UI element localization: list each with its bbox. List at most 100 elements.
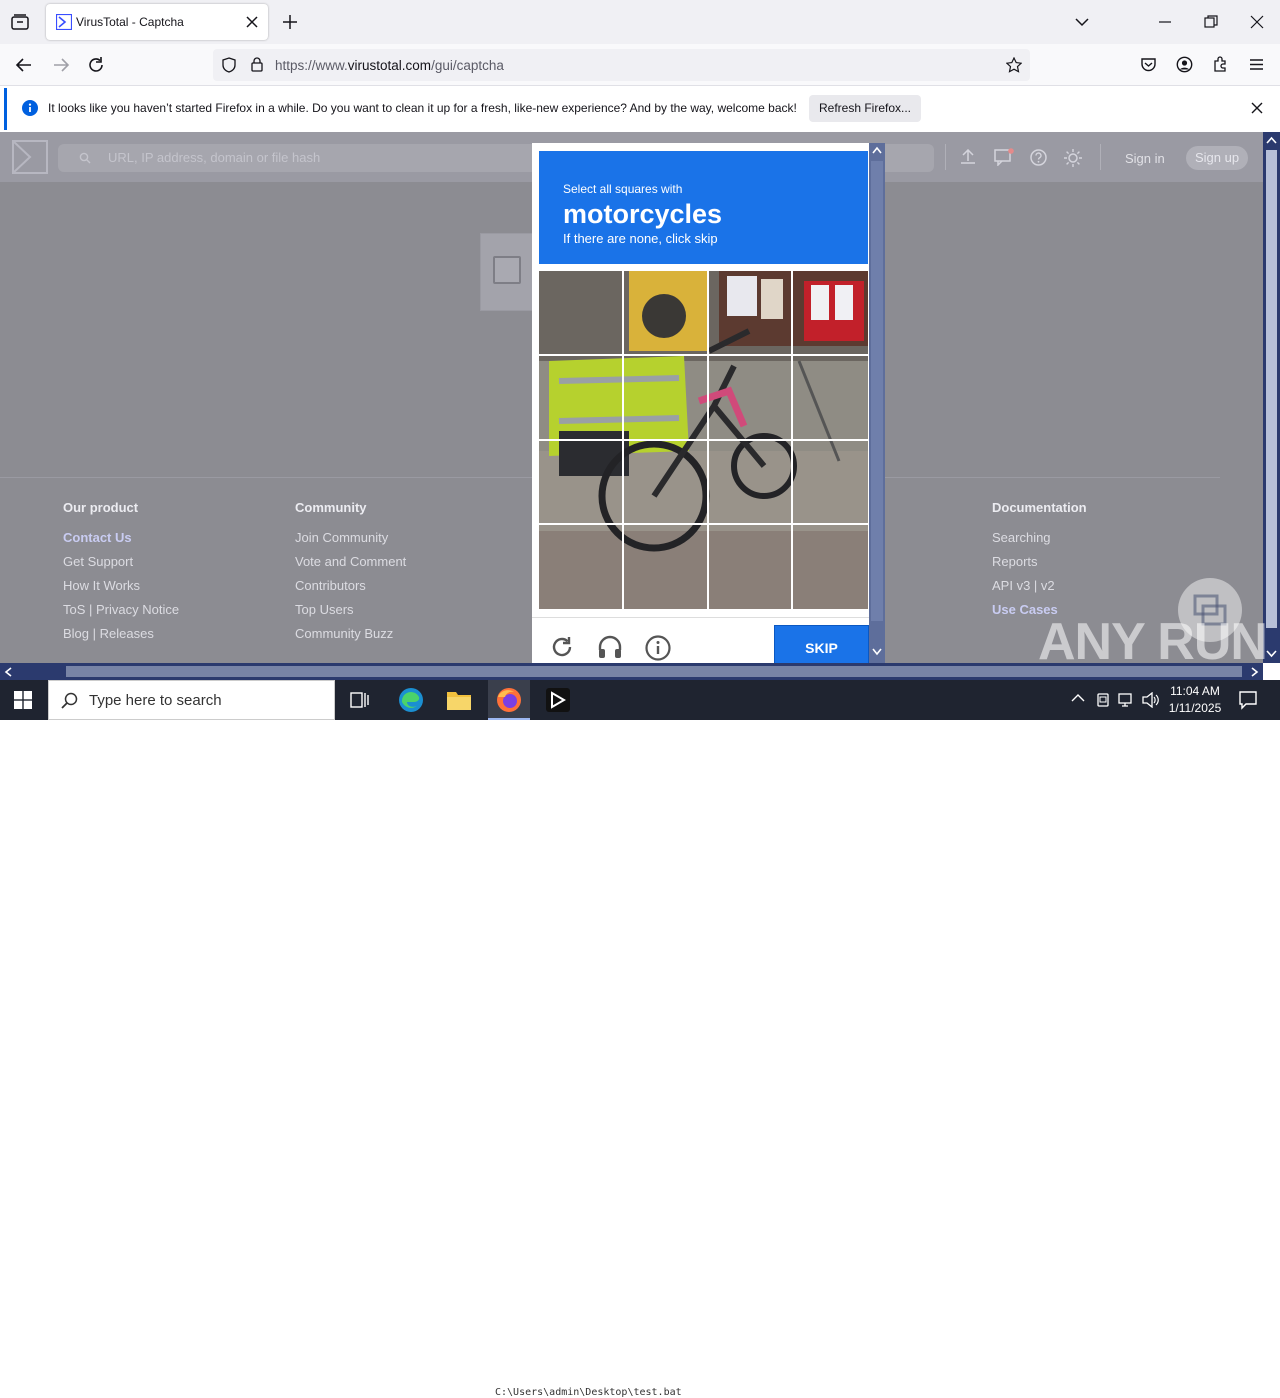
taskbar-clock[interactable]: 11:04 AM 1/11/2025 — [1166, 683, 1224, 717]
captcha-tile[interactable] — [624, 356, 707, 439]
file-explorer-icon[interactable] — [446, 688, 472, 712]
scroll-down-icon[interactable] — [872, 648, 882, 656]
footer-heading: Our product — [63, 500, 139, 515]
captcha-tile[interactable] — [709, 525, 791, 609]
device-icon[interactable] — [1095, 692, 1111, 708]
captcha-tile[interactable] — [709, 356, 791, 439]
footer-link[interactable]: Get Support — [63, 554, 179, 571]
captcha-instructions: Select all squares with motorcycles If t… — [539, 151, 868, 264]
show-hidden-icons-icon[interactable] — [1071, 693, 1085, 703]
windows-start-icon[interactable] — [14, 691, 32, 709]
footer-link[interactable]: Community Buzz — [295, 626, 406, 643]
theme-toggle-icon[interactable] — [1064, 149, 1082, 167]
list-all-tabs-icon[interactable] — [10, 12, 30, 32]
scroll-down-icon[interactable] — [1266, 650, 1277, 658]
header-divider — [945, 144, 946, 170]
reload-challenge-icon[interactable] — [550, 635, 574, 659]
action-center-icon[interactable] — [1238, 690, 1258, 710]
footer-link[interactable]: ToS | Privacy Notice — [63, 602, 179, 619]
captcha-tile[interactable] — [539, 441, 622, 523]
account-icon[interactable] — [1176, 56, 1193, 73]
footer-link[interactable]: Reports — [992, 554, 1087, 571]
menu-icon[interactable] — [1248, 56, 1265, 73]
captcha-tile[interactable] — [539, 356, 622, 439]
forward-icon[interactable] — [52, 56, 70, 74]
captcha-tile[interactable] — [624, 441, 707, 523]
pocket-icon[interactable] — [1140, 56, 1157, 73]
url-text[interactable]: https://www.virustotal.com/gui/captcha — [275, 58, 504, 73]
task-view-icon[interactable] — [350, 690, 370, 710]
upload-icon[interactable] — [960, 149, 976, 165]
footer-link[interactable]: Contact Us — [63, 530, 179, 547]
anyrun-watermark: ANY RUN — [1038, 613, 1268, 671]
network-icon[interactable] — [1118, 692, 1136, 708]
audio-challenge-icon[interactable] — [597, 634, 623, 660]
chevron-down-icon[interactable] — [1074, 14, 1090, 30]
restore-icon[interactable] — [1203, 14, 1219, 30]
footer-link[interactable]: Searching — [992, 530, 1087, 547]
info-help-icon[interactable] — [645, 635, 671, 661]
search-icon — [61, 692, 78, 709]
close-window-icon[interactable] — [1249, 14, 1265, 30]
extensions-icon[interactable] — [1212, 56, 1229, 73]
header-divider — [1100, 144, 1101, 170]
refresh-firefox-notification: It looks like you haven’t started Firefo… — [4, 88, 1274, 130]
volume-icon[interactable] — [1142, 692, 1160, 708]
skip-button[interactable]: SKIP — [774, 625, 869, 663]
footer-link[interactable]: Contributors — [295, 578, 406, 595]
virustotal-logo-icon[interactable] — [12, 140, 48, 174]
captcha-tile[interactable] — [539, 525, 622, 609]
new-tab-icon[interactable] — [282, 14, 298, 30]
captcha-challenge-popup: Select all squares with motorcycles If t… — [532, 143, 885, 663]
url-bar[interactable]: https://www.virustotal.com/gui/captcha — [213, 49, 1030, 81]
captcha-tile[interactable] — [624, 525, 707, 609]
scrollbar-thumb[interactable] — [1266, 150, 1277, 628]
recaptcha-checkbox[interactable] — [493, 256, 521, 284]
bookmark-star-icon[interactable] — [1006, 57, 1022, 73]
url-host: virustotal.com — [347, 58, 432, 73]
footer-link[interactable]: How It Works — [63, 578, 179, 595]
scroll-up-icon[interactable] — [872, 146, 882, 154]
scroll-left-icon[interactable] — [4, 667, 12, 677]
captcha-tile[interactable] — [539, 271, 622, 354]
captcha-tile[interactable] — [793, 441, 868, 523]
reload-icon[interactable] — [87, 56, 105, 74]
page-vertical-scrollbar[interactable] — [1263, 132, 1280, 663]
close-notification-icon[interactable] — [1251, 102, 1263, 114]
footer-link[interactable]: Blog | Releases — [63, 626, 179, 643]
footer-link[interactable]: Vote and Comment — [295, 554, 406, 571]
firefox-icon — [496, 687, 522, 713]
lock-icon[interactable] — [249, 56, 265, 72]
captcha-image-grid — [539, 271, 868, 609]
footer-link[interactable]: API v3 | v2 — [992, 578, 1087, 595]
captcha-tile[interactable] — [709, 271, 791, 354]
notifications-icon[interactable] — [994, 148, 1014, 166]
vt-search-placeholder: URL, IP address, domain or file hash — [108, 150, 321, 165]
captcha-tile[interactable] — [624, 271, 707, 354]
help-icon[interactable] — [1030, 149, 1047, 166]
back-icon[interactable] — [15, 56, 33, 74]
captcha-target-word: motorcycles — [563, 199, 723, 229]
taskbar-search-box[interactable]: Type here to search — [48, 680, 335, 720]
sign-up-button[interactable]: Sign up — [1186, 146, 1248, 170]
captcha-tile[interactable] — [793, 356, 868, 439]
captcha-tile[interactable] — [793, 271, 868, 354]
scrollbar-thumb[interactable] — [871, 161, 883, 621]
close-tab-icon[interactable] — [245, 15, 259, 29]
browser-tab[interactable]: VirusTotal - Captcha — [46, 4, 268, 40]
console-overlay-text: C:\Users\admin\Desktop\test.bat — [495, 1387, 682, 1398]
refresh-firefox-button[interactable]: Refresh Firefox... — [809, 95, 921, 122]
tracking-shield-icon[interactable] — [221, 57, 237, 73]
footer-column-product: Our product Contact Us Get Support How I… — [63, 500, 179, 650]
footer-link[interactable]: Top Users — [295, 602, 406, 619]
captcha-tile[interactable] — [709, 441, 791, 523]
scroll-up-icon[interactable] — [1266, 136, 1277, 144]
edge-browser-icon[interactable] — [398, 687, 424, 713]
captcha-tile[interactable] — [793, 525, 868, 609]
footer-link[interactable]: Join Community — [295, 530, 406, 547]
firefox-taskbar-button[interactable] — [488, 680, 530, 720]
minimize-icon[interactable] — [1157, 14, 1173, 30]
sign-in-link[interactable]: Sign in — [1125, 151, 1165, 166]
anyrun-app-icon[interactable] — [546, 688, 570, 712]
captcha-scrollbar[interactable] — [869, 143, 885, 663]
